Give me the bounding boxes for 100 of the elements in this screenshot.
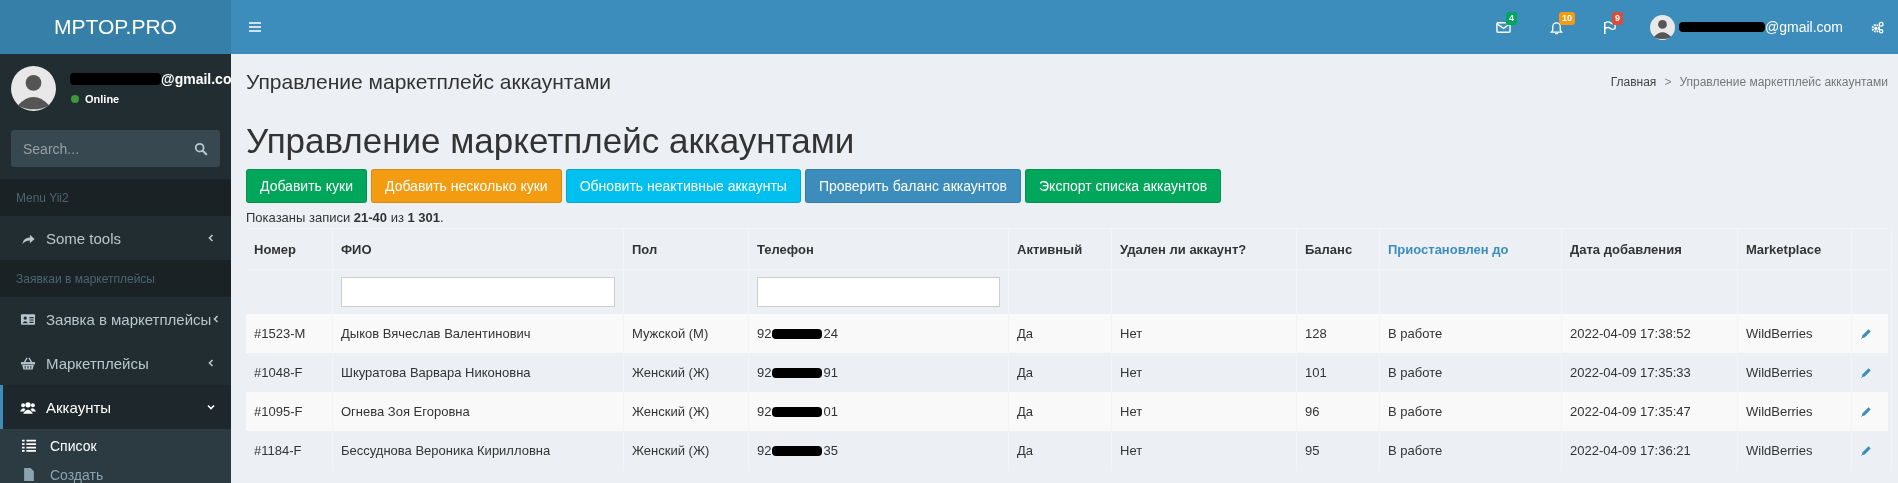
submenu-item[interactable]: Создать [0,460,231,483]
column-header: Пол [632,241,658,257]
table-cell: В работе [1388,326,1443,341]
online-status-dot [71,95,79,103]
action-button[interactable]: Обновить неактивные аккаунты [565,169,801,203]
phone-digits: 92 [757,326,772,341]
notification-button[interactable]: 9 [1583,0,1636,54]
notification-button[interactable]: 10 [1530,0,1583,54]
table-cell: В работе [1388,443,1443,458]
phone-digits: 91 [823,365,838,380]
phone-digits: 35 [823,443,838,458]
table-cell: Огнева Зоя Егоровна [341,404,470,419]
action-button[interactable]: Экспорт списка аккаунтов [1025,169,1222,203]
table-cell: WildBerries [1746,365,1813,380]
filter-input[interactable] [341,277,615,307]
table-cell: 2022-04-09 17:35:33 [1570,365,1691,380]
avatar-icon [11,65,56,111]
table-cell: В работе [1388,365,1443,380]
notification-count: 4 [1506,12,1517,25]
search-icon[interactable] [194,142,208,156]
table-cell: WildBerries [1746,443,1813,458]
table-cell: Женский (Ж) [632,443,710,458]
table-cell: Да [1017,443,1034,458]
column-header: ФИО [341,241,372,257]
notification-button[interactable]: 4 [1477,0,1530,54]
phone-digits: 92 [757,404,772,419]
avatar-icon [1650,14,1675,40]
phone-digits: 24 [823,326,838,341]
column-header: Баланс [1305,241,1353,257]
menu-icon[interactable] [249,22,261,32]
phone-digits: 92 [757,365,772,380]
table-cell: 96 [1305,404,1320,419]
table-cell: Да [1017,365,1034,380]
file-icon [22,468,36,481]
flag-icon [1602,19,1617,35]
table-cell: #1523-M [254,326,306,341]
breadcrumb-link[interactable]: Главная [1610,74,1657,89]
table-cell: Дыков Вячеслав Валентинович [341,326,531,341]
page-heading: Управление маркетплейс аккаунтами [246,121,856,161]
sidebar-item[interactable]: Аккаунты [0,385,231,429]
table-cell: Женский (Ж) [632,404,710,419]
action-button[interactable]: Проверить баланс аккаунтов [804,169,1022,203]
edit-icon[interactable] [1860,444,1872,457]
column-header: Номер [254,241,296,257]
table-cell: Женский (Ж) [632,365,710,380]
redaction-mark [772,406,823,417]
redaction-mark [772,367,823,378]
edit-icon[interactable] [1860,327,1872,340]
table-cell: 101 [1305,365,1327,380]
table-cell: 2022-04-09 17:38:52 [1570,326,1691,341]
edit-icon[interactable] [1860,366,1872,379]
table-cell: Да [1017,404,1034,419]
bell-icon [1549,19,1564,35]
user-menu[interactable]: @gmail.com [1636,0,1853,54]
table-cell: 128 [1305,326,1327,341]
submenu-item[interactable]: Список [0,431,231,460]
table-cell: 2022-04-09 17:36:21 [1570,443,1691,458]
envelope-icon [1496,19,1511,35]
table-cell: #1184-F [254,443,302,458]
redaction-mark [772,328,823,339]
redaction-mark [772,445,823,456]
edit-icon[interactable] [1860,405,1872,418]
gears-icon[interactable] [1871,20,1884,34]
user-status: Online [85,93,120,105]
phone-digits: 92 [757,443,772,458]
table-cell: WildBerries [1746,404,1813,419]
breadcrumb-separator: > [1664,74,1672,89]
brand-logo[interactable]: MPTOP.PRO [0,0,231,54]
sidebar-item[interactable]: Маркетплейсы [0,341,231,385]
column-header: Дата добавления [1570,241,1682,257]
users-icon [20,399,36,415]
table-cell: Нет [1120,326,1143,341]
list-icon [22,439,36,452]
basket-icon [20,355,36,371]
sidebar-item[interactable]: Some tools [0,216,231,260]
table-cell: Мужской (М) [632,326,709,341]
notification-count: 9 [1612,12,1623,25]
table-cell: Нет [1120,365,1143,380]
table-cell: Бессуднова Вероника Кирилловна [341,443,551,458]
menu-section-header: Menu Yii2 [16,190,69,205]
phone-digits: 01 [823,404,838,419]
action-button[interactable]: Добавить куки [246,169,367,203]
table-cell: WildBerries [1746,326,1813,341]
column-header: Удален ли аккаунт? [1120,241,1247,257]
table-cell: 2022-04-09 17:35:47 [1570,404,1691,419]
table-cell: Шкуратова Варвара Никоновна [341,365,531,380]
table-cell: Нет [1120,443,1143,458]
user-email: @gmail.co [161,71,231,87]
menu-section-header: Заявкаи в маркетплейсы [16,271,155,286]
table-cell: В работе [1388,404,1443,419]
search-field[interactable]: Search... [11,130,220,167]
action-button[interactable]: Добавить несколько куки [371,169,562,203]
column-header: Телефон [757,241,814,257]
filter-input[interactable] [757,277,1000,307]
sidebar-item[interactable]: Заявка в маркетплейсы [0,297,231,341]
breadcrumb-current[interactable]: Управление маркетплейс аккаунтами [1679,74,1888,89]
column-header: Активный [1017,241,1083,257]
sortable-column-header[interactable]: Приостановлен до [1388,241,1509,257]
page-title: Управление маркетплейс аккаунтами [246,69,612,94]
column-header: Marketplace [1746,241,1822,257]
